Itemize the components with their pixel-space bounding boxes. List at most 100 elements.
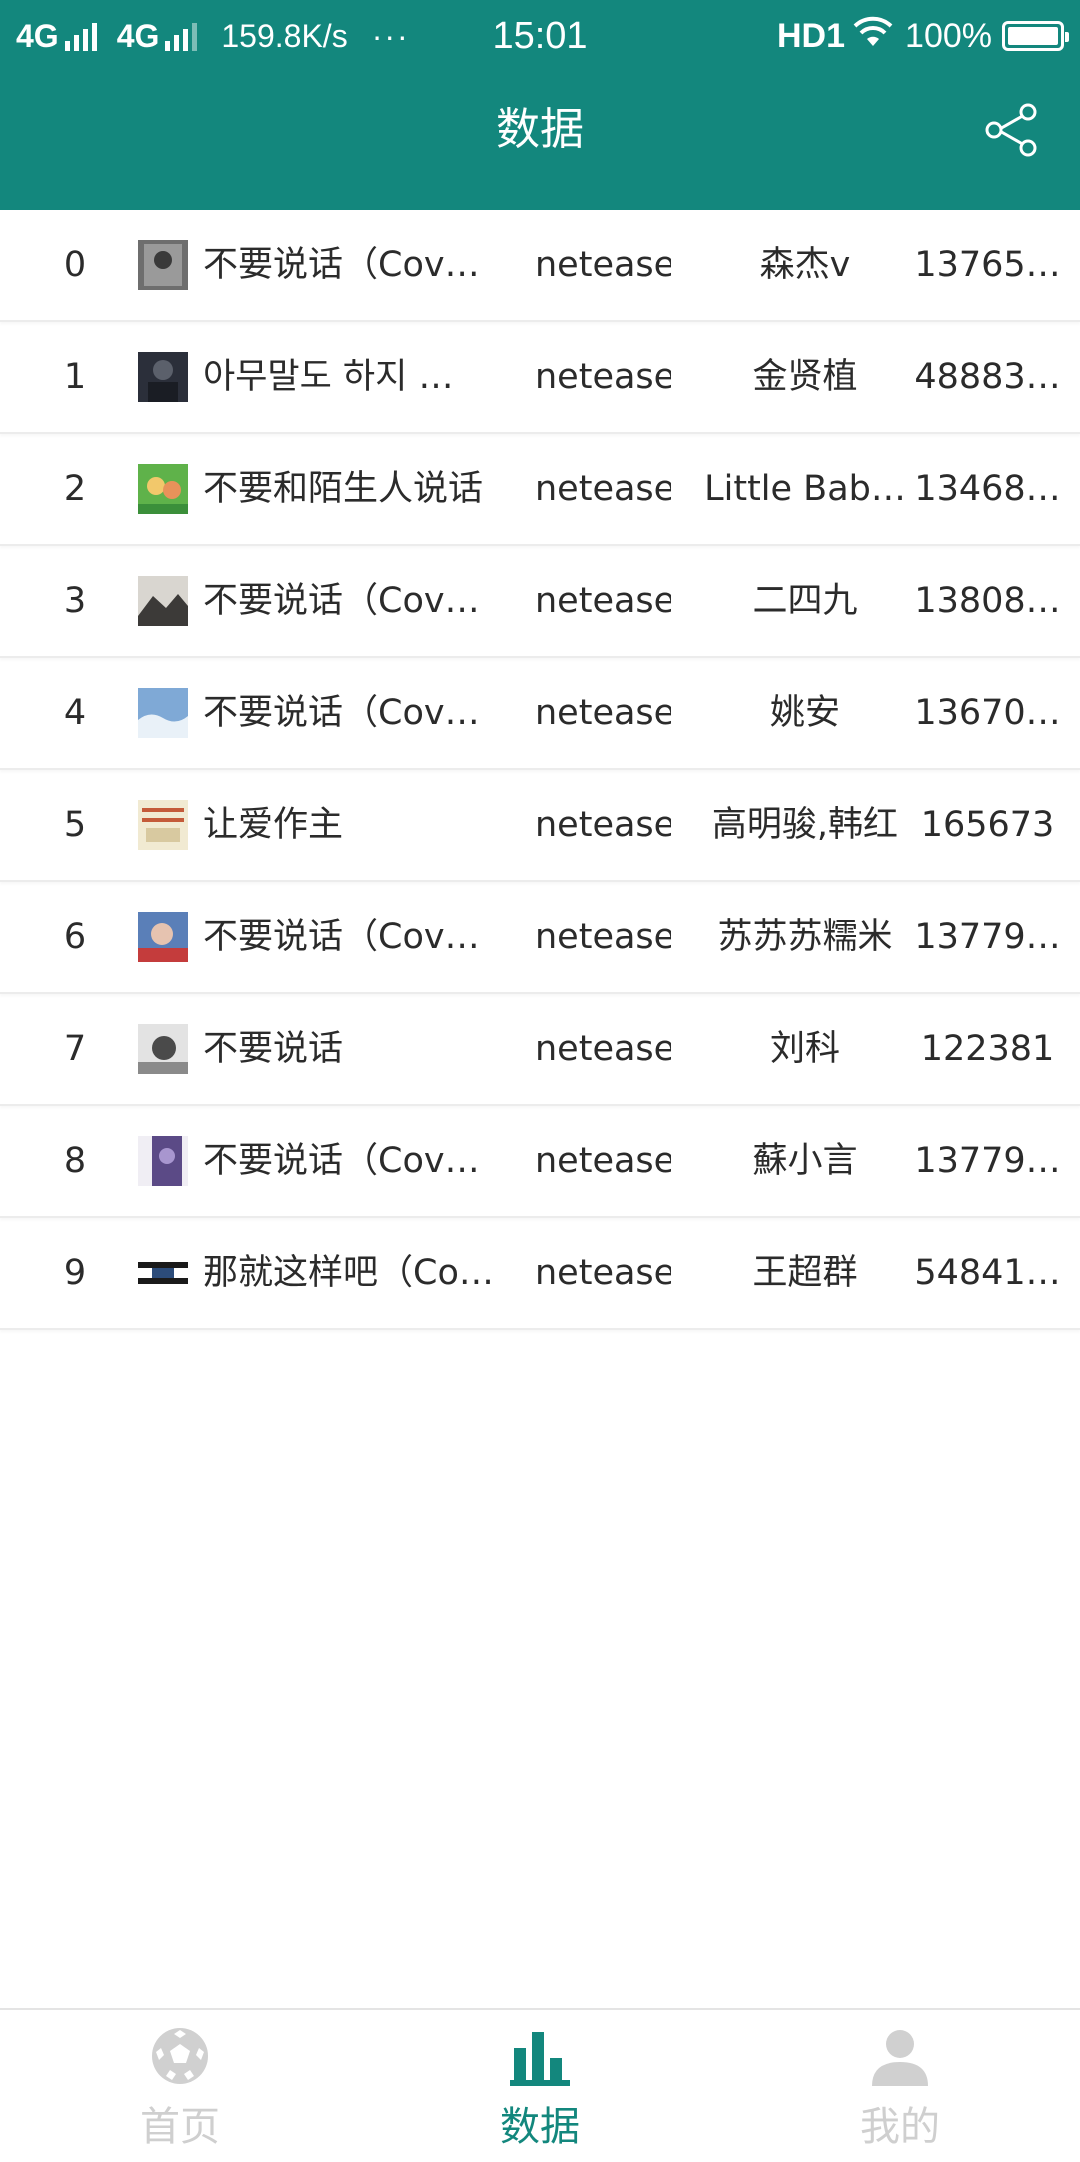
battery-icon (1002, 21, 1069, 51)
row-index: 4 (63, 693, 87, 733)
app-header: 数据 (0, 72, 1080, 210)
album-thumbnail (138, 1024, 188, 1074)
list-item[interactable]: 4 不要说话（Cov… netease 姚安 13670… (0, 658, 1080, 770)
song-source: netease (535, 1141, 671, 1181)
wifi-icon (853, 16, 893, 57)
signal-bars-1-icon (64, 21, 101, 51)
battery-percent: 100% (905, 16, 992, 55)
album-thumbnail (138, 576, 188, 626)
row-index: 2 (63, 469, 87, 509)
network-type-2: 4G (116, 17, 160, 54)
song-id: 165673 (920, 805, 1055, 845)
song-source: netease (535, 917, 671, 957)
song-source: netease (535, 693, 671, 733)
song-title: 不要和陌生人说话 (203, 469, 484, 509)
song-title: 不要说话（Cov… (203, 581, 480, 621)
song-source: netease (535, 245, 671, 285)
song-source: netease (535, 1029, 671, 1069)
song-artist: 二四九 (752, 581, 858, 621)
signal-1: 4G (16, 18, 101, 55)
bar-chart-icon (510, 2032, 570, 2086)
list-item[interactable]: 0 不要说话（Cov… netease 森杰v 13765… (0, 210, 1080, 322)
network-speed: 159.8K/s (221, 17, 348, 54)
signal-bars-2-icon (165, 21, 201, 51)
song-title: 不要说话（Cov… (203, 693, 480, 733)
song-artist: 刘科 (769, 1029, 840, 1069)
tab-data-label: 数据 (500, 2104, 580, 2150)
network-type-1: 4G (16, 17, 59, 54)
album-thumbnail (138, 464, 188, 514)
album-thumbnail (138, 240, 188, 290)
list-item[interactable]: 1 아무말도 하지 … netease 金贤植 48883… (0, 322, 1080, 434)
song-artist: 高明骏,韩红 (711, 805, 899, 845)
signal-2: 4G (117, 18, 202, 55)
row-index: 3 (63, 581, 87, 621)
row-index: 0 (63, 245, 87, 285)
status-left: 4G 4G 159.8K/s ··· (16, 14, 410, 58)
tab-me-label: 我的 (860, 2104, 940, 2150)
album-thumbnail (138, 800, 188, 850)
row-index: 7 (63, 1029, 87, 1069)
album-thumbnail (138, 1136, 188, 1186)
list-item[interactable]: 9 那就这样吧（Co… netease 王超群 54841… (0, 1218, 1080, 1330)
list-item[interactable]: 5 让爱作主 netease 高明骏,韩红 165673 (0, 770, 1080, 882)
row-index: 5 (63, 805, 87, 845)
status-bar: 4G 4G 159.8K/s ··· 15:01 HD1 100% (0, 0, 1080, 72)
song-artist: 森杰v (759, 245, 851, 285)
tab-home-label: 首页 (140, 2104, 220, 2150)
list-item[interactable]: 6 不要说话（Cov… netease 苏苏苏糯米 13779… (0, 882, 1080, 994)
share-button[interactable] (980, 98, 1044, 162)
song-artist: 金贤植 (752, 357, 858, 397)
album-thumbnail (138, 912, 188, 962)
row-index: 6 (63, 917, 87, 957)
tab-data[interactable]: 数据 (360, 2010, 720, 2162)
song-title: 不要说话 (203, 1029, 344, 1069)
song-artist: 姚安 (769, 693, 840, 733)
song-list: 0 不要说话（Cov… netease 森杰v 13765… 1 아무말도 하지… (0, 210, 1080, 1330)
album-thumbnail (138, 352, 188, 402)
row-index: 8 (63, 1141, 87, 1181)
tab-me[interactable]: 我的 (720, 2010, 1080, 2162)
tab-home[interactable]: 首页 (0, 2010, 360, 2162)
list-item[interactable]: 8 不要说话（Cov… netease 蘇小言 13779… (0, 1106, 1080, 1218)
song-id: 13468… (914, 469, 1061, 509)
song-artist: 蘇小言 (752, 1141, 858, 1181)
list-item[interactable]: 7 不要说话 netease 刘科 122381 (0, 994, 1080, 1106)
song-title: 아무말도 하지 … (203, 357, 454, 397)
song-title: 让爱作主 (203, 805, 344, 845)
song-id: 13765… (914, 245, 1061, 285)
list-item[interactable]: 3 不要说话（Cov… netease 二四九 13808… (0, 546, 1080, 658)
page-title: 数据 (496, 104, 584, 155)
song-title: 不要说话（Cov… (203, 245, 480, 285)
song-id: 122381 (920, 1029, 1055, 1069)
hd-indicator: HD1 (777, 16, 846, 55)
song-source: netease (535, 357, 671, 397)
share-icon (985, 103, 1037, 157)
song-id: 48883… (914, 357, 1061, 397)
song-artist: Little Bab… (704, 469, 906, 509)
song-artist: 苏苏苏糯米 (717, 917, 893, 957)
song-id: 13808… (914, 581, 1061, 621)
album-thumbnail (138, 1248, 188, 1298)
soccer-ball-icon (152, 2028, 208, 2084)
user-icon (872, 2030, 928, 2086)
song-id: 13670… (914, 693, 1061, 733)
song-source: netease (535, 805, 671, 845)
row-index: 1 (63, 357, 87, 397)
list-item[interactable]: 2 不要和陌生人说话 netease Little Bab… 13468… (0, 434, 1080, 546)
song-source: netease (535, 469, 671, 509)
song-source: netease (535, 1253, 671, 1293)
song-title: 不要说话（Cov… (203, 1141, 480, 1181)
song-title: 不要说话（Cov… (203, 917, 480, 957)
album-thumbnail (138, 688, 188, 738)
bottom-tab-bar: 首页 数据 我的 (0, 2008, 1080, 2162)
song-id: 13779… (914, 917, 1061, 957)
song-source: netease (535, 581, 671, 621)
more-notifications: ··· (371, 17, 410, 54)
status-right: HD1 100% (777, 14, 1069, 58)
song-id: 54841… (914, 1253, 1061, 1293)
row-index: 9 (63, 1253, 87, 1293)
song-artist: 王超群 (752, 1253, 858, 1293)
song-title: 那就这样吧（Co… (203, 1253, 494, 1293)
song-id: 13779… (914, 1141, 1061, 1181)
